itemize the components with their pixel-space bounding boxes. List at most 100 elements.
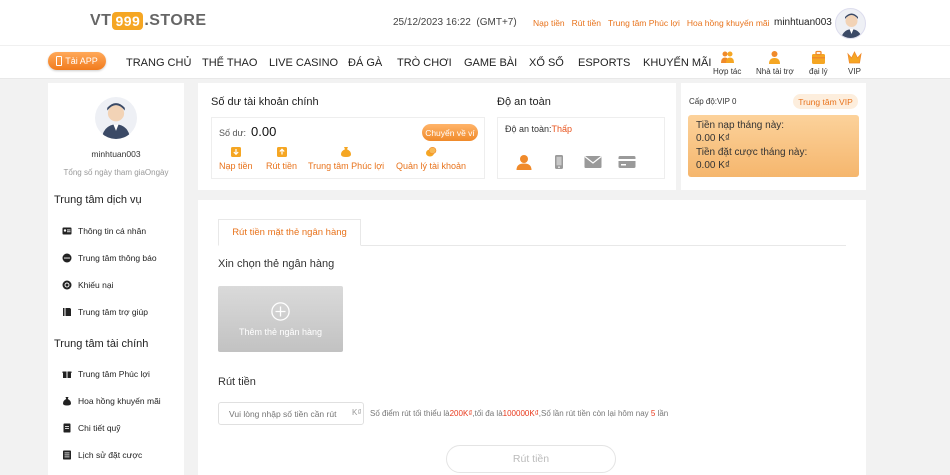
security-box: Độ an toàn:Thấp bbox=[497, 117, 665, 179]
add-bank-card-button[interactable]: Thêm thẻ ngân hàng bbox=[218, 286, 343, 352]
logo-text-mid: 999 bbox=[112, 12, 144, 30]
main-nav: Tải APP TRANG CHỦ THỂ THAO LIVE CASINO Đ… bbox=[0, 45, 950, 79]
date-time-value: 25/12/2023 16:22 bbox=[393, 17, 471, 28]
user-avatar-icon bbox=[101, 103, 131, 139]
balance-value: 0.00 bbox=[251, 124, 277, 139]
sidebar-item-label: Thông tin cá nhân bbox=[78, 226, 147, 236]
message-icon bbox=[62, 253, 72, 263]
nav-partnership-label: Hợp tác bbox=[713, 67, 742, 76]
header-link-welfare[interactable]: Trung tâm Phúc lợi bbox=[608, 18, 680, 28]
header-link-deposit[interactable]: Nạp tiền bbox=[533, 18, 565, 28]
sidebar-item-label: Trung tâm Phúc lợi bbox=[78, 369, 150, 379]
nav-esports[interactable]: ESPORTS bbox=[578, 57, 630, 69]
current-datetime: 25/12/2023 16:22 (GMT+7) bbox=[393, 17, 517, 28]
money-bag-icon bbox=[341, 147, 352, 157]
site-logo[interactable]: VT 999 .STORE bbox=[90, 12, 207, 30]
sidebar-item-label: Trung tâm trợ giúp bbox=[78, 307, 148, 317]
nav-lottery[interactable]: XỔ SỐ bbox=[529, 57, 564, 69]
user-profile-icon[interactable] bbox=[515, 154, 533, 170]
vip-center-button[interactable]: Trung tâm VIP bbox=[793, 94, 858, 109]
briefcase-icon bbox=[811, 50, 825, 64]
rule-max-value: 100000K₫ bbox=[502, 409, 539, 418]
withdraw-submit-button[interactable]: Rút tiền bbox=[446, 445, 616, 473]
header-username[interactable]: minhtuan003 bbox=[774, 17, 832, 28]
download-app-button[interactable]: Tải APP bbox=[48, 52, 106, 70]
nav-cockfight[interactable]: ĐÁ GÀ bbox=[348, 57, 382, 69]
security-title: Độ an toàn bbox=[497, 96, 551, 108]
book-icon bbox=[63, 308, 71, 316]
deposit-icon bbox=[230, 147, 241, 157]
vip-stats-panel: Tiền nạp tháng này: 0.00 K₫ Tiền đặt cượ… bbox=[688, 115, 859, 177]
nav-partnership[interactable]: Hợp tác bbox=[713, 50, 741, 76]
action-withdraw[interactable]: Rút tiền bbox=[266, 146, 297, 171]
bank-card-icon[interactable] bbox=[618, 154, 636, 170]
sidebar-item-label: Chi tiết quỹ bbox=[78, 423, 121, 433]
rule-count-value: 5 bbox=[650, 409, 656, 418]
sidebar-item-help-center[interactable]: Trung tâm trợ giúp bbox=[62, 307, 148, 317]
sidebar-item-welfare[interactable]: Trung tâm Phúc lợi bbox=[62, 369, 150, 379]
tab-bank-withdraw[interactable]: Rút tiền mặt thẻ ngân hàng bbox=[218, 219, 361, 246]
header-quick-links: Nạp tiền Rút tiền Trung tâm Phúc lợi Hoa… bbox=[533, 18, 770, 28]
withdraw-amount-input[interactable] bbox=[218, 402, 364, 425]
add-bank-label: Thêm thẻ ngân hàng bbox=[238, 326, 323, 337]
balance-title: Số dư tài khoản chính bbox=[211, 96, 319, 108]
sidebar-item-label: Lịch sử đặt cược bbox=[78, 450, 143, 460]
action-account-management[interactable]: Quản lý tài khoản bbox=[396, 146, 466, 171]
rule-count-suffix: lần bbox=[657, 409, 669, 418]
vip-level: Cấp độ:VIP 0 bbox=[689, 97, 737, 106]
gift-icon bbox=[62, 371, 72, 378]
nav-home[interactable]: TRANG CHỦ bbox=[126, 57, 191, 69]
balance-card: Số dư tài khoản chính Số dư: 0.00 Chuyển… bbox=[198, 83, 676, 190]
download-app-label: Tải APP bbox=[65, 56, 98, 66]
action-deposit[interactable]: Nạp tiền bbox=[219, 146, 253, 171]
withdraw-panel: Rút tiền mặt thẻ ngân hàng Xin chọn thẻ … bbox=[198, 200, 866, 475]
timezone-value: (GMT+7) bbox=[476, 17, 517, 28]
vip-card: Cấp độ:VIP 0 Trung tâm VIP Tiền nạp thán… bbox=[681, 83, 866, 190]
nav-vip[interactable]: VIP bbox=[847, 50, 862, 76]
sidebar-item-commission[interactable]: Hoa hồng khuyến mãi bbox=[62, 396, 161, 406]
security-label: Độ an toàn: bbox=[505, 124, 552, 134]
header-link-commission[interactable]: Hoa hồng khuyến mãi bbox=[687, 18, 770, 28]
avatar[interactable] bbox=[835, 8, 866, 39]
sidebar-item-fund-details[interactable]: Chi tiết quỹ bbox=[62, 423, 121, 433]
complaint-icon bbox=[62, 280, 72, 290]
phone-icon bbox=[56, 56, 63, 66]
security-level-text: Độ an toàn:Thấp bbox=[505, 124, 572, 134]
sidebar-item-complaints[interactable]: Khiếu nại bbox=[62, 280, 113, 290]
nav-sponsor[interactable]: Nhà tài trợ bbox=[756, 50, 794, 76]
nav-sports[interactable]: THỂ THAO bbox=[202, 57, 257, 69]
vip-deposit-value: 0.00 K₫ bbox=[696, 133, 731, 144]
transfer-to-wallet-button[interactable]: Chuyển về ví bbox=[422, 124, 478, 141]
people-icon bbox=[720, 51, 734, 63]
email-icon[interactable] bbox=[584, 154, 602, 170]
sidebar-item-label: Khiếu nại bbox=[78, 280, 114, 290]
vip-deposit-label: Tiền nạp tháng này: bbox=[696, 120, 785, 131]
nav-games[interactable]: TRÒ CHƠI bbox=[397, 57, 452, 69]
withdraw-section-title: Rút tiền bbox=[218, 376, 256, 388]
header-link-withdraw[interactable]: Rút tiền bbox=[572, 18, 601, 28]
sidebar-item-personal-info[interactable]: Thông tin cá nhân bbox=[62, 226, 146, 236]
finance-center-title: Trung tâm tài chính bbox=[54, 338, 149, 350]
sidebar-item-label: Trung tâm thông báo bbox=[78, 253, 157, 263]
vip-bet-label: Tiền đặt cược tháng này: bbox=[696, 147, 808, 158]
vip-bet-value: 0.00 K₫ bbox=[696, 160, 731, 171]
nav-card-games[interactable]: GAME BÀI bbox=[464, 57, 517, 69]
nav-promotions[interactable]: KHUYẾN MÃI bbox=[643, 57, 711, 69]
nav-agent[interactable]: đại lý bbox=[809, 50, 828, 76]
currency-unit: K₫ bbox=[352, 408, 362, 417]
nav-live-casino[interactable]: LIVE CASINO bbox=[269, 57, 338, 69]
top-header: VT 999 .STORE 25/12/2023 16:22 (GMT+7) N… bbox=[0, 0, 950, 45]
action-welfare-center[interactable]: Trung tâm Phúc lợi bbox=[308, 146, 384, 171]
balance-box: Số dư: 0.00 Chuyển về ví Nạp tiền Rút ti… bbox=[211, 117, 485, 179]
logo-text-left: VT bbox=[90, 12, 112, 29]
sidebar-item-notifications[interactable]: Trung tâm thông báo bbox=[62, 253, 157, 263]
withdraw-icon bbox=[276, 147, 287, 157]
join-days-label: Tổng số ngày tham giaOngày bbox=[63, 168, 169, 177]
account-sidebar: minhtuan003 Tổng số ngày tham giaOngày T… bbox=[48, 83, 184, 475]
phone-icon[interactable] bbox=[550, 154, 568, 170]
sidebar-item-bet-history[interactable]: Lịch sử đặt cược bbox=[62, 450, 142, 460]
balance-label: Số dư: bbox=[219, 128, 247, 138]
sponsor-icon bbox=[769, 51, 781, 64]
nav-vip-label: VIP bbox=[848, 67, 861, 76]
plus-circle-icon bbox=[271, 301, 290, 321]
